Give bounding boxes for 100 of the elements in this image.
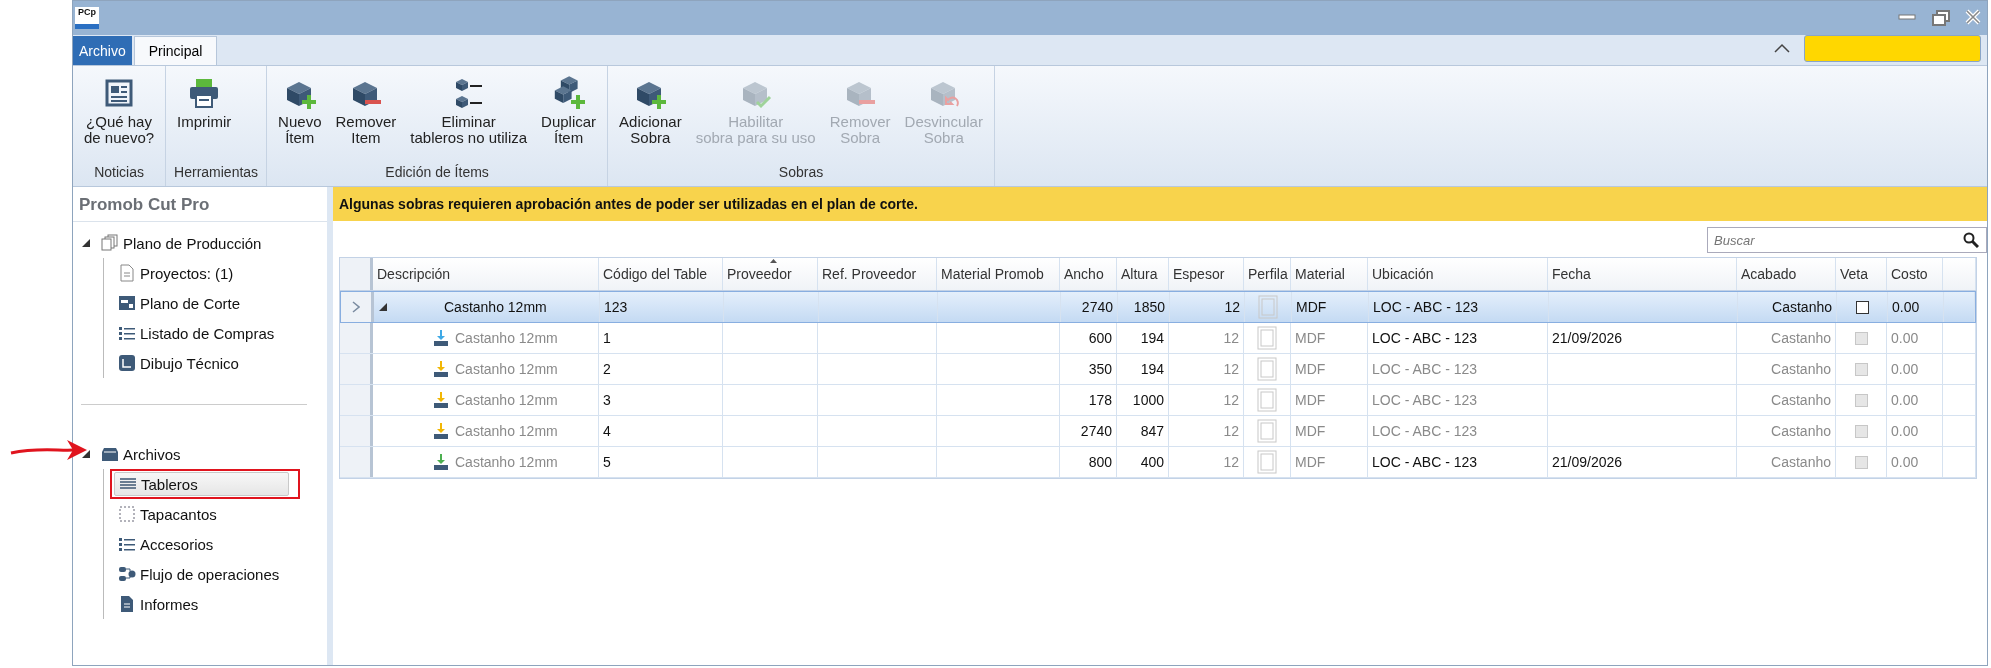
table-cell: 350	[1088, 361, 1112, 377]
tree-item[interactable]: Dibujo Técnico	[114, 352, 243, 374]
table-row[interactable]: Castanho 12mm 2 350 194 12 MDF LOC - ABC - 123 Castanho 0.00	[340, 354, 1976, 385]
table-cell: Castanho	[1771, 330, 1831, 346]
expander-icon[interactable]	[378, 302, 388, 312]
ribbon-button[interactable]: Duplicar Ítem	[534, 70, 604, 160]
table-cell: 12	[1224, 299, 1240, 315]
tree-item[interactable]: Accesorios	[114, 533, 218, 555]
row-header[interactable]	[340, 447, 373, 477]
edge-profile-icon	[1256, 326, 1278, 350]
group-label: Sobras	[777, 163, 825, 182]
tree-item[interactable]: Listado de Compras	[114, 322, 279, 344]
column-header[interactable]: Código del Table	[599, 258, 723, 290]
list-icon	[118, 324, 136, 342]
column-header[interactable]: Costo	[1887, 258, 1943, 290]
table-cell: 12	[1223, 423, 1239, 439]
column-header[interactable]: Ancho	[1060, 258, 1117, 290]
table-cell: 4	[603, 423, 611, 439]
table-cell: 1850	[1133, 299, 1165, 315]
tree-item[interactable]: Informes	[114, 593, 203, 615]
column-header[interactable]: Fecha	[1548, 258, 1737, 290]
table-cell: 0.00	[1891, 361, 1919, 377]
table-cell: 600	[1088, 330, 1112, 346]
column-header[interactable]: Material Promob	[937, 258, 1060, 290]
table-cell: 847	[1140, 423, 1164, 439]
restore-icon[interactable]	[1931, 9, 1951, 27]
column-header[interactable]: Perfila	[1244, 258, 1291, 290]
close-icon[interactable]	[1965, 9, 1981, 25]
table-cell: MDF	[1295, 423, 1326, 439]
edge-profile-icon	[1257, 295, 1279, 319]
row-header[interactable]	[340, 385, 373, 415]
table-row[interactable]: Castanho 12mm 1 600 194 12 MDF LOC - ABC - 123 21/09/2026 Castanho 0.00	[340, 323, 1976, 354]
table-cell: 0.00	[1892, 299, 1920, 315]
table-cell: Castanho	[1772, 299, 1832, 315]
ribbon-button[interactable]: ¿Qué hay de nuevo?	[77, 70, 162, 160]
column-header[interactable]: Ubicación	[1368, 258, 1548, 290]
table-cell: Castanho	[1771, 361, 1831, 377]
ribbon-tab[interactable]: Principal	[133, 36, 218, 65]
layout-icon	[118, 294, 136, 312]
table-row[interactable]: Castanho 12mm 5 800 400 12 MDF LOC - ABC - 123 21/09/2026 Castanho 0.00	[340, 447, 1976, 478]
table-cell: MDF	[1295, 361, 1326, 377]
ribbon-button[interactable]: Imprimir	[170, 70, 239, 160]
ribbon-button[interactable]: Adicionar Sobra	[612, 70, 689, 160]
table-cell: 0.00	[1891, 423, 1919, 439]
list-icon	[118, 535, 136, 553]
column-header[interactable]: Proveedor	[723, 258, 818, 290]
tree-item[interactable]: Plano de Producción	[123, 234, 262, 252]
table-row[interactable]: Castanho 12mm 123 2740 1850 12 MDF LOC - ABC - 123 Castanho 0.00	[340, 291, 1976, 323]
row-header[interactable]	[340, 416, 373, 446]
table-cell: 12	[1223, 361, 1239, 377]
table-cell: 1000	[1132, 392, 1164, 408]
table-cell: 12	[1223, 330, 1239, 346]
row-header[interactable]	[340, 354, 373, 384]
table-row[interactable]: Castanho 12mm 4 2740 847 12 MDF LOC - ABC - 123 Castanho 0.00	[340, 416, 1976, 447]
tree-item[interactable]: Flujo de operaciones	[114, 563, 284, 585]
table-cell: 12	[1223, 392, 1239, 408]
tree-item[interactable]: Tapacantos	[114, 503, 221, 525]
ribbon-button[interactable]: Eliminar tableros no utiliza	[403, 70, 535, 160]
row-header[interactable]	[340, 323, 373, 353]
warning-banner: Algunas sobras requieren aprobación antes de poder ser utilizadas en el plan de corte.	[333, 187, 1987, 221]
flowchart-icon	[118, 565, 136, 583]
column-header[interactable]: Altura	[1117, 258, 1169, 290]
edge-profile-icon	[1256, 357, 1278, 381]
tree-item[interactable]: Tableros	[114, 472, 289, 496]
checkbox[interactable]	[1855, 300, 1869, 314]
table-cell: 3	[603, 392, 611, 408]
table-cell: Castanho 12mm	[455, 454, 558, 470]
table-cell: LOC - ABC - 123	[1373, 299, 1479, 315]
table-cell: LOC - ABC - 123	[1372, 330, 1478, 346]
table-cell: 178	[1088, 392, 1112, 408]
table-cell: MDF	[1296, 299, 1327, 315]
document-icon	[118, 264, 136, 282]
edge-profile-icon	[1256, 419, 1278, 443]
table-cell: MDF	[1295, 330, 1326, 346]
table-cell: 194	[1140, 330, 1164, 346]
ribbon-button[interactable]: Remover Item	[328, 70, 404, 160]
column-header[interactable]: Acabado	[1737, 258, 1836, 290]
table-cell: 400	[1140, 454, 1164, 470]
column-header[interactable]: Material	[1291, 258, 1368, 290]
table-cell: Castanho	[1771, 454, 1831, 470]
column-header[interactable]: Veta	[1836, 258, 1887, 290]
group-label: Noticias	[93, 163, 145, 182]
table-row[interactable]: Castanho 12mm 3 178 1000 12 MDF LOC - ABC - 123 Castanho 0.00	[340, 385, 1976, 416]
table-cell: MDF	[1295, 454, 1326, 470]
sidebar-title: Promob Cut Pro	[73, 187, 327, 222]
ribbon-button[interactable]: Nuevo Ítem	[271, 70, 329, 160]
table-cell: 0.00	[1891, 454, 1919, 470]
file-tab[interactable]: Archivo	[73, 36, 132, 65]
table-cell: 194	[1140, 361, 1164, 377]
table-cell: 2	[603, 361, 611, 377]
column-header[interactable]: Espesor	[1169, 258, 1244, 290]
tree-item[interactable]: Plano de Corte	[114, 292, 245, 314]
column-header[interactable]: Descripción	[373, 258, 599, 290]
group-label: Edición de Ítems	[384, 163, 490, 182]
tree-item[interactable]: Proyectos: (1)	[114, 262, 238, 284]
tree-item[interactable]: Archivos	[123, 445, 181, 463]
table-cell: 21/09/2026	[1552, 454, 1623, 470]
search-field[interactable]: Buscar	[1707, 227, 1987, 253]
column-header[interactable]: Ref. Proveedor	[818, 258, 937, 290]
table-cell: 123	[604, 299, 628, 315]
